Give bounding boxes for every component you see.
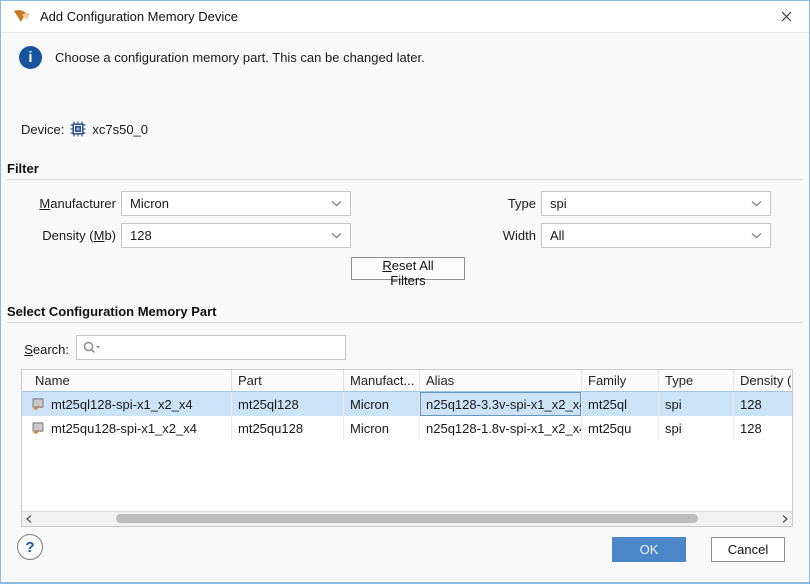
scroll-right-icon[interactable] [778,512,792,526]
width-select[interactable]: All [541,223,771,248]
horizontal-scrollbar[interactable] [22,511,792,526]
part-manufacturer: Micron [344,416,420,440]
filter-section-title: Filter [7,161,39,176]
part-alias: n25q128-3.3v-spi-x1_x2_x4 [420,392,582,416]
info-message: Choose a configuration memory part. This… [55,50,425,65]
part-name: mt25ql128-spi-x1_x2_x4 [51,397,193,412]
manufacturer-value: Micron [130,196,331,211]
page-title: Add Configuration Memory Device [40,9,238,24]
part-number: mt25qu128 [232,416,344,440]
search-box [76,335,346,360]
table-row[interactable]: mt25qu128-spi-x1_x2_x4 mt25qu128 Micron … [22,416,792,440]
device-label: Device: [21,122,64,137]
scrollbar-thumb[interactable] [116,514,698,523]
chevron-down-icon [751,232,762,239]
type-select[interactable]: spi [541,191,771,216]
part-family: mt25ql [582,392,659,416]
part-density: 128 [734,392,792,416]
part-type: spi [659,416,734,440]
table-header-row: Name Part Manufact... Alias Family Type … [22,370,792,392]
column-header-density[interactable]: Density (. [734,370,792,391]
chevron-down-icon [331,232,342,239]
width-label: Width [421,228,536,243]
type-value: spi [550,196,751,211]
density-select[interactable]: 128 [121,223,351,248]
part-density: 128 [734,416,792,440]
select-part-section-divider [7,322,803,323]
filter-section-divider [7,179,803,180]
column-header-manufacturer[interactable]: Manufact... [344,370,420,391]
add-config-memory-dialog: Add Configuration Memory Device i Choose… [0,0,810,584]
column-header-part[interactable]: Part [232,370,344,391]
manufacturer-label: Manufacturer [1,196,116,211]
title-bar: Add Configuration Memory Device [1,1,809,33]
select-part-section-title: Select Configuration Memory Part [7,304,216,319]
column-header-name[interactable]: Name [22,370,232,391]
chevron-down-icon [331,200,342,207]
info-icon: i [19,46,42,69]
search-input[interactable] [105,340,339,355]
column-header-family[interactable]: Family [582,370,659,391]
device-row: Device: xc7s50_0 [21,121,148,137]
device-name: xc7s50_0 [92,122,148,137]
table-empty-area [22,440,792,511]
part-name: mt25qu128-spi-x1_x2_x4 [51,421,197,436]
search-icon[interactable] [83,341,101,354]
density-value: 128 [130,228,331,243]
part-type: spi [659,392,734,416]
part-family: mt25qu [582,416,659,440]
scroll-left-icon[interactable] [22,512,36,526]
column-header-type[interactable]: Type [659,370,734,391]
reset-all-filters-button[interactable]: Reset All Filters [351,257,465,280]
vivado-logo-icon [13,9,31,24]
info-banner: i Choose a configuration memory part. Th… [19,46,425,69]
width-value: All [550,228,751,243]
density-label: Density (Mb) [1,228,116,243]
part-number: mt25ql128 [232,392,344,416]
cancel-button[interactable]: Cancel [711,537,785,562]
help-button[interactable]: ? [17,534,43,560]
manufacturer-select[interactable]: Micron [121,191,351,216]
table-row[interactable]: mt25ql128-spi-x1_x2_x4 mt25ql128 Micron … [22,392,792,416]
chip-icon [70,121,86,137]
memory-part-icon [31,398,45,410]
chevron-down-icon [751,200,762,207]
close-icon [781,11,792,22]
memory-part-icon [31,422,45,434]
part-manufacturer: Micron [344,392,420,416]
type-label: Type [421,196,536,211]
part-alias: n25q128-1.8v-spi-x1_x2_x4 [420,416,582,440]
memory-part-table: Name Part Manufact... Alias Family Type … [21,369,793,527]
column-header-alias[interactable]: Alias [420,370,582,391]
search-label: Search: [1,342,69,357]
close-button[interactable] [769,1,803,32]
ok-button[interactable]: OK [612,537,686,562]
